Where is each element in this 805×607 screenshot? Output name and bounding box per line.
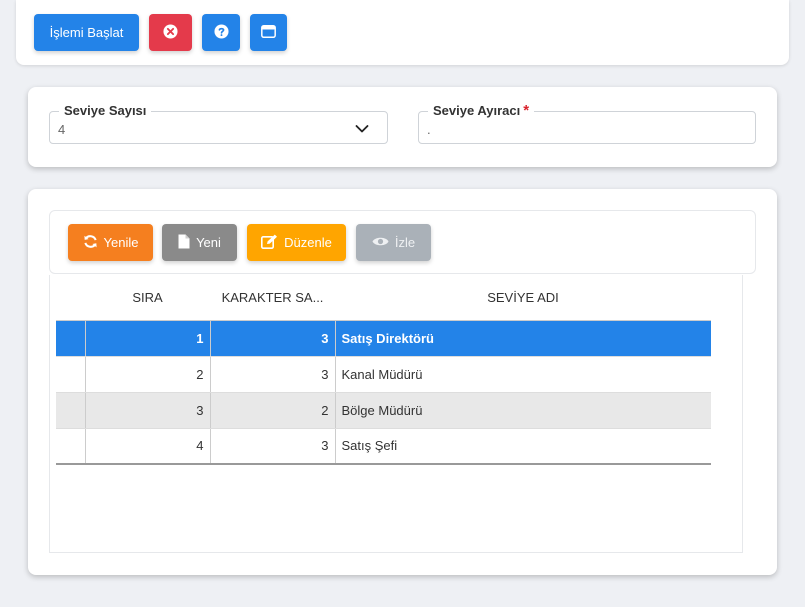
cancel-button[interactable]: [149, 14, 192, 51]
window-button[interactable]: [250, 14, 287, 51]
settings-panel: Seviye Sayısı 4 Seviye Ayıracı * .: [28, 87, 777, 167]
edit-icon: [261, 234, 278, 252]
table-header-row: SIRA KARAKTER SA... SEVİYE ADI: [56, 275, 711, 321]
table-row[interactable]: 3 2 Bölge Müdürü: [56, 392, 711, 429]
column-header-sira[interactable]: SIRA: [85, 275, 210, 321]
cell-sira: 1: [85, 320, 211, 357]
column-header-karakter-label: KARAKTER SA...: [221, 290, 324, 306]
column-header-seviye-adi[interactable]: SEVİYE ADI: [335, 275, 711, 321]
levels-panel: Yenile Yeni Düzenle İzle SIRA KARAKTER S…: [28, 189, 777, 575]
cell-karakter: 3: [210, 356, 336, 393]
question-circle-icon: [213, 23, 229, 42]
levels-grid: SIRA KARAKTER SA... SEVİYE ADI 1 3 Satış…: [49, 275, 743, 553]
level-count-label: Seviye Sayısı: [59, 103, 152, 119]
level-separator-label: Seviye Ayıracı *: [428, 102, 535, 119]
table-row[interactable]: 2 3 Kanal Müdürü: [56, 356, 711, 393]
levels-table: SIRA KARAKTER SA... SEVİYE ADI 1 3 Satış…: [56, 275, 711, 465]
required-mark: *: [523, 102, 530, 119]
watch-button[interactable]: İzle: [356, 224, 431, 261]
cell-karakter: 3: [210, 320, 336, 357]
row-selector[interactable]: [56, 392, 86, 429]
cell-seviye-adi: Kanal Müdürü: [335, 356, 711, 393]
select-column-header: [56, 275, 85, 321]
row-selector[interactable]: [56, 428, 86, 465]
cell-seviye-adi: Satış Direktörü: [335, 320, 711, 357]
cell-sira: 4: [85, 428, 211, 465]
level-separator-value: .: [427, 122, 431, 137]
new-button[interactable]: Yeni: [162, 224, 237, 261]
chevron-down-icon[interactable]: [355, 121, 369, 139]
cell-sira: 3: [85, 392, 211, 429]
cell-karakter: 2: [210, 392, 336, 429]
edit-button[interactable]: Düzenle: [247, 224, 346, 261]
cell-karakter: 3: [210, 428, 336, 465]
window-icon: [261, 24, 276, 41]
column-header-karakter[interactable]: KARAKTER SA...: [210, 275, 335, 321]
new-document-icon: [178, 234, 190, 252]
help-button[interactable]: [202, 14, 240, 51]
edit-label: Düzenle: [284, 235, 332, 250]
start-process-label: İşlemi Başlat: [49, 25, 124, 40]
level-separator-field[interactable]: Seviye Ayıracı * .: [418, 103, 756, 144]
table-row[interactable]: 4 3 Satış Şefi: [56, 428, 711, 465]
level-count-select[interactable]: Seviye Sayısı 4: [49, 103, 388, 144]
row-selector[interactable]: [56, 356, 86, 393]
watch-label: İzle: [394, 235, 416, 250]
main-toolbar: İşlemi Başlat: [16, 0, 789, 65]
refresh-label: Yenile: [103, 235, 139, 250]
row-selector[interactable]: [56, 320, 86, 357]
eye-icon: [372, 235, 389, 250]
new-label: Yeni: [196, 235, 221, 250]
level-separator-label-text: Seviye Ayıracı: [433, 103, 521, 118]
cell-sira: 2: [85, 356, 211, 393]
cell-seviye-adi: Bölge Müdürü: [335, 392, 711, 429]
table-row[interactable]: 1 3 Satış Direktörü: [56, 320, 711, 357]
level-count-value: 4: [58, 122, 66, 137]
cell-seviye-adi: Satış Şefi: [335, 428, 711, 465]
grid-toolbar: Yenile Yeni Düzenle İzle: [49, 210, 756, 274]
start-process-button[interactable]: İşlemi Başlat: [34, 14, 139, 51]
close-circle-icon: [163, 23, 178, 42]
refresh-button[interactable]: Yenile: [68, 224, 153, 261]
refresh-icon: [83, 234, 98, 252]
